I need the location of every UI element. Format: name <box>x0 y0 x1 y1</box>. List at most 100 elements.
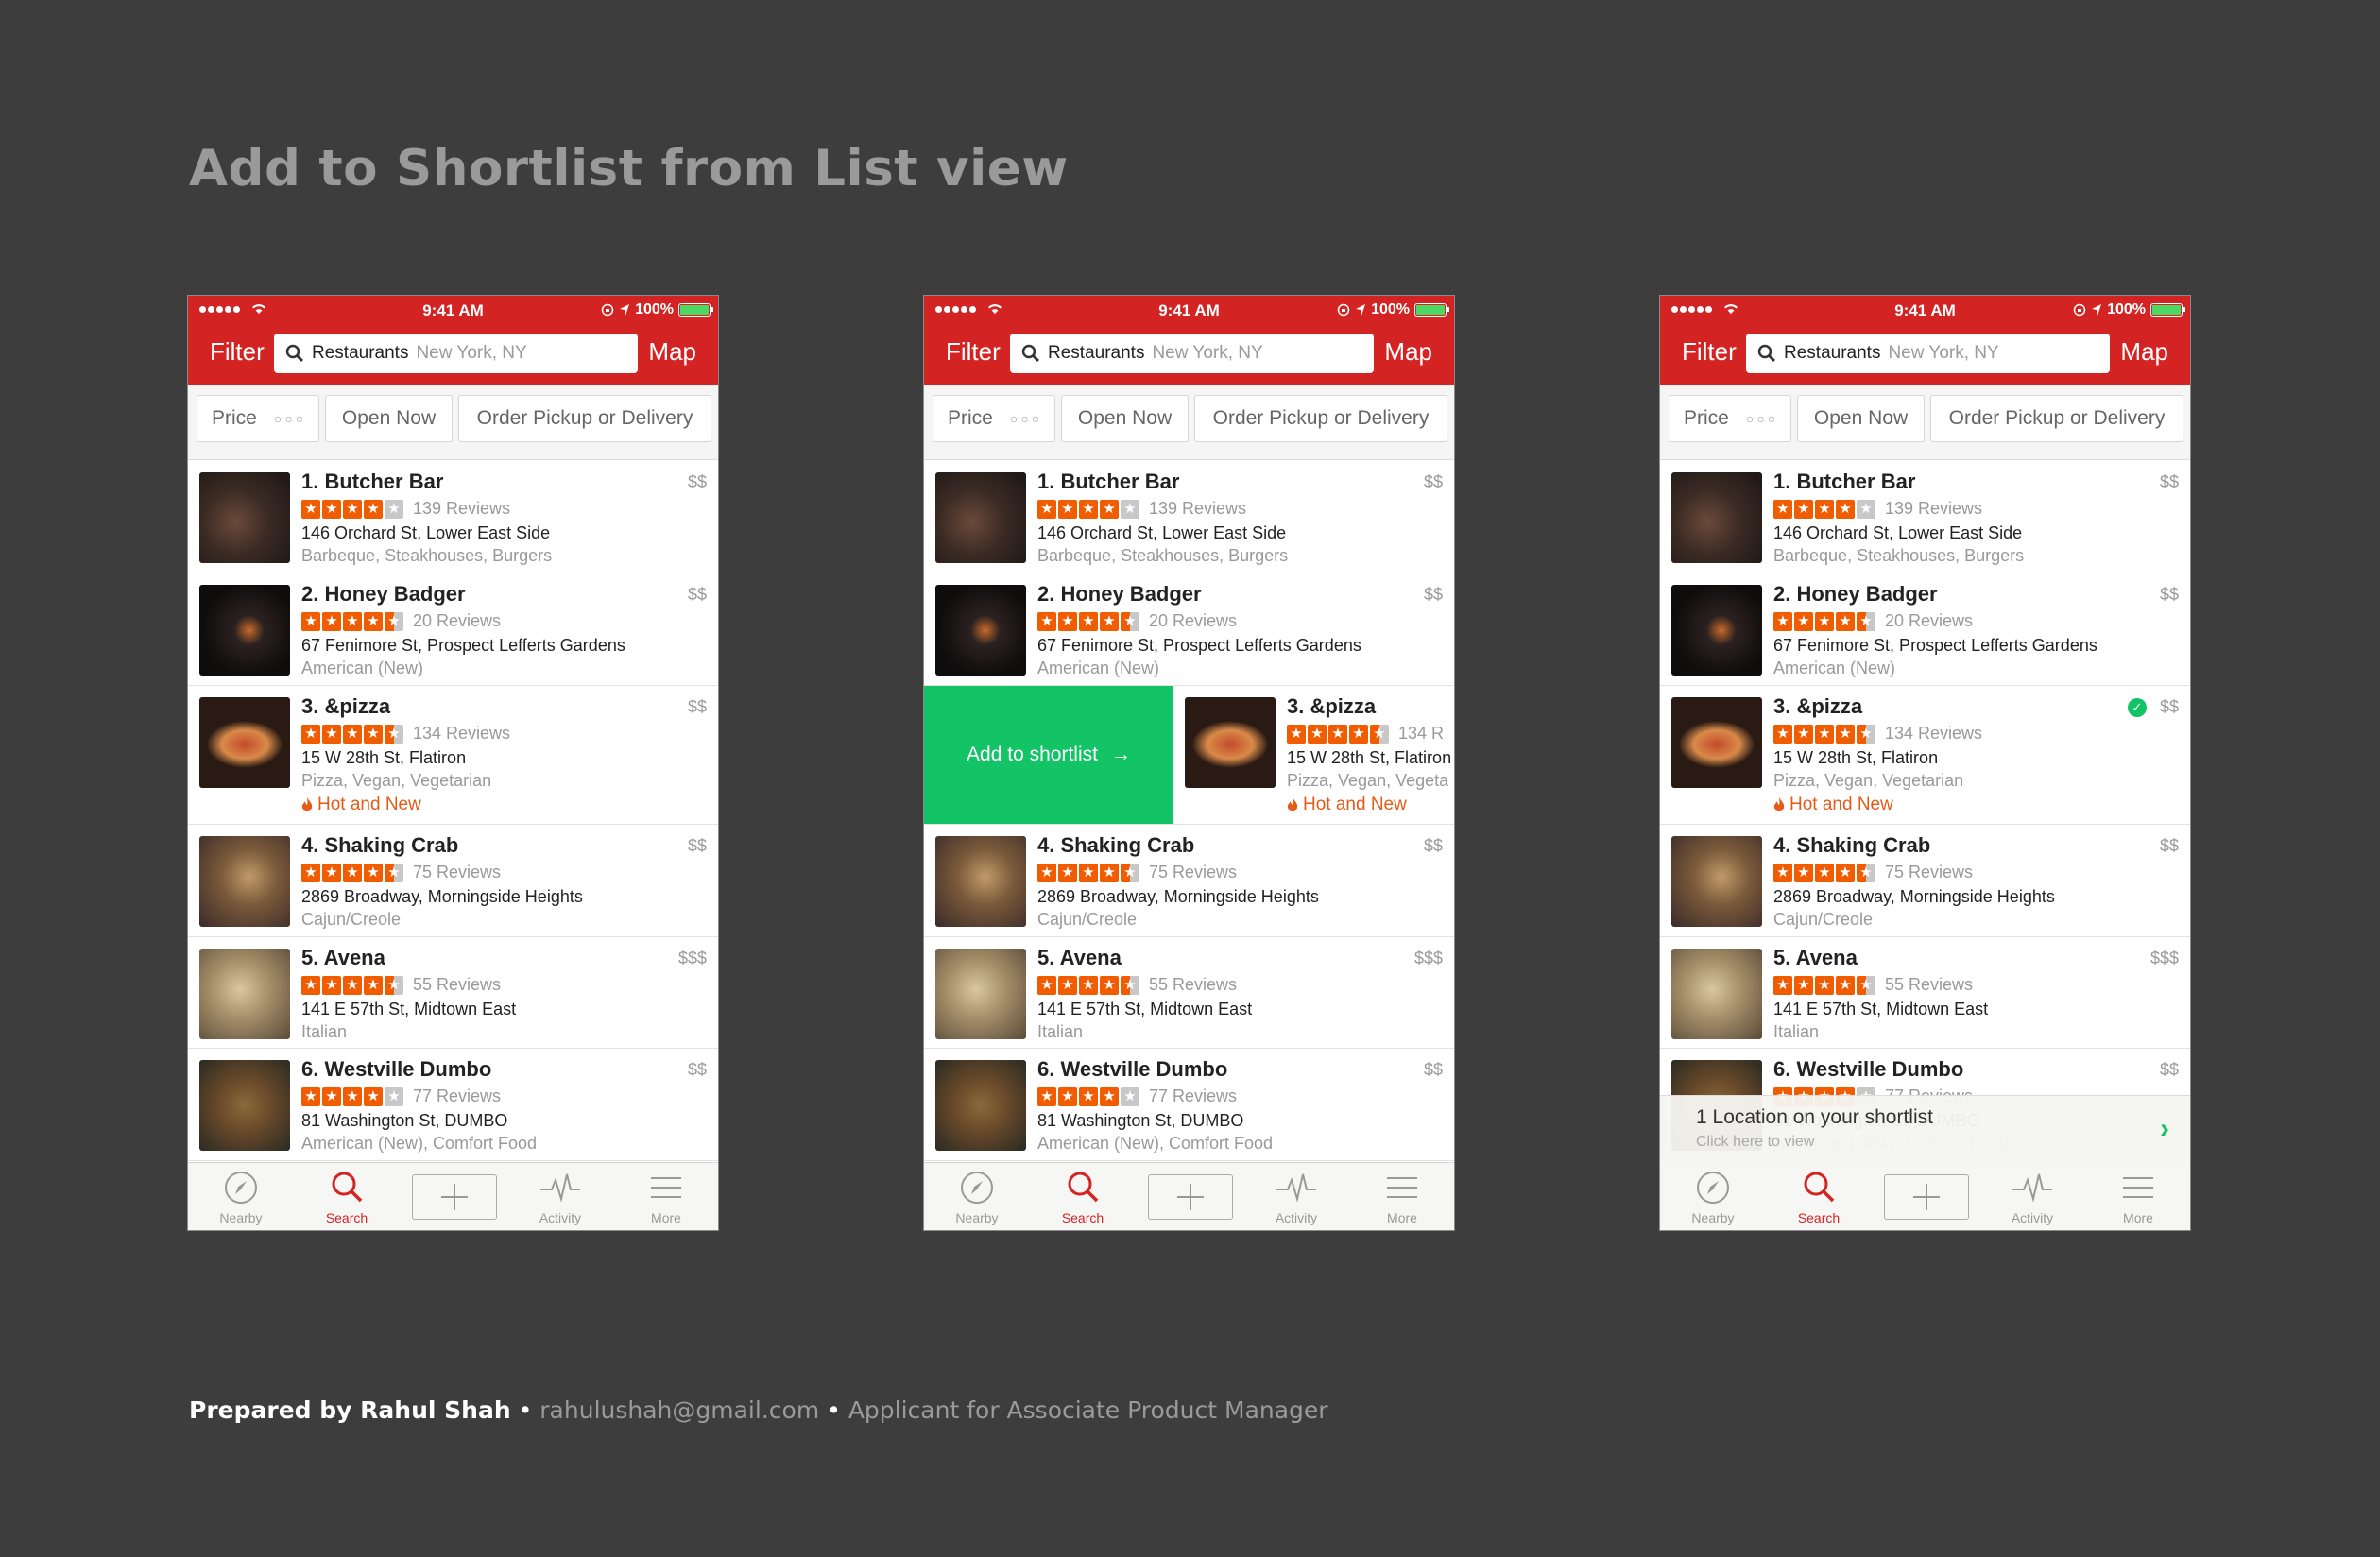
star-icon: ★ <box>343 499 362 519</box>
search-input[interactable]: Restaurants New York, NY <box>1010 334 1374 373</box>
list-item[interactable]: Add to shortlist → 3. &pizza ★ ★ ★ ★ ★ 134 R 15 W… <box>924 686 1454 825</box>
list-item[interactable]: 2. Honey Badger $$ ★ ★ ★ ★ ★ 20 Reviews 67 Fenim… <box>924 573 1454 686</box>
menu-icon <box>1387 1177 1417 1198</box>
tab-more[interactable]: More <box>1349 1169 1454 1225</box>
address: 2869 Broadway, Morningside Heights <box>1037 887 1319 906</box>
tab-more[interactable]: More <box>2085 1169 2190 1225</box>
search-input[interactable]: Restaurants New York, NY <box>1746 334 2110 373</box>
restaurant-name[interactable]: 1. Butcher Bar <box>301 470 443 494</box>
star-icon: ★ <box>1773 975 1792 995</box>
open-now-chip[interactable]: Open Now <box>325 395 453 442</box>
list-item[interactable]: 4. Shaking Crab $$ ★ ★ ★ ★ ★ 75 Reviews 2869 Bro… <box>1660 825 2190 937</box>
review-count: 134 Reviews <box>1885 724 1983 743</box>
restaurant-name[interactable]: 1. Butcher Bar <box>1037 470 1179 494</box>
list-item[interactable]: 3. &pizza $$ ★ ★ ★ ★ ★ 134 Reviews 15 W 28th St,… <box>188 686 718 825</box>
restaurant-name[interactable]: 2. Honey Badger <box>1037 582 1202 607</box>
search-input[interactable]: Restaurants New York, NY <box>274 334 638 373</box>
list-item[interactable]: 5. Avena $$$ ★ ★ ★ ★ ★ 55 Reviews 141 E 57th St,… <box>924 937 1454 1049</box>
order-delivery-chip[interactable]: Order Pickup or Delivery <box>458 395 711 442</box>
battery-percent: 100% <box>1371 301 1410 317</box>
list-item[interactable]: 1. Butcher Bar $$ ★ ★ ★ ★ ★ 139 Reviews 146 Orch… <box>924 461 1454 573</box>
status-bar: 9:41 AM 100% <box>924 296 1454 324</box>
address: 67 Fenimore St, Prospect Lefferts Garden… <box>1773 636 2097 655</box>
tab-nearby[interactable]: Nearby <box>188 1169 294 1225</box>
tab-activity[interactable]: Activity <box>507 1169 613 1225</box>
restaurant-name[interactable]: 1. Butcher Bar <box>1773 470 1915 494</box>
tab-nearby[interactable]: Nearby <box>924 1169 1030 1225</box>
shortlist-banner[interactable]: 1 Location on your shortlist Click here t… <box>1660 1095 2190 1163</box>
restaurant-name[interactable]: 3. &pizza <box>1773 694 1862 719</box>
badge-label: Hot and New <box>1789 795 1893 814</box>
star-icon: ★ <box>301 975 320 995</box>
review-count: 55 Reviews <box>413 975 502 994</box>
list-item[interactable]: 4. Shaking Crab $$ ★ ★ ★ ★ ★ 75 Reviews 2869 Bro… <box>924 825 1454 937</box>
price-level: $$ <box>2159 585 2179 604</box>
hot-and-new-badge: Hot and New <box>1287 795 1407 815</box>
list-item[interactable]: 3. &pizza $$ ★ ★ ★ ★ ★ 134 Reviews 15 W 28th St,… <box>1660 686 2190 825</box>
restaurant-name[interactable]: 5. Avena <box>1037 946 1122 970</box>
listing-content: 3. &pizza $$ ★ ★ ★ ★ ★ 134 Reviews 15 W 28th St,… <box>188 686 718 824</box>
filter-button[interactable]: Filter <box>1682 337 1737 367</box>
footer-email[interactable]: rahulushah@gmail.com <box>539 1396 819 1424</box>
list-item[interactable]: 5. Avena $$$ ★ ★ ★ ★ ★ 55 Reviews 141 E 57th St,… <box>1660 937 2190 1049</box>
price-filter-chip[interactable]: Price ○○○ <box>933 395 1055 442</box>
restaurant-name[interactable]: 2. Honey Badger <box>301 582 466 607</box>
activity-icon <box>2012 1173 2052 1203</box>
slide-footer: Prepared by Rahul Shah • rahulushah@gmai… <box>189 1396 1328 1424</box>
star-icon: ★ <box>1815 611 1834 631</box>
star-icon: ★ <box>1349 724 1368 744</box>
tab-nearby[interactable]: Nearby <box>1660 1169 1766 1225</box>
order-delivery-chip[interactable]: Order Pickup or Delivery <box>1194 395 1447 442</box>
list-item[interactable]: 2. Honey Badger $$ ★ ★ ★ ★ ★ 20 Reviews 67 Fenim… <box>188 573 718 686</box>
restaurant-name[interactable]: 6. Westville Dumbo <box>1037 1057 1227 1082</box>
list-item[interactable]: 1. Butcher Bar $$ ★ ★ ★ ★ ★ 139 Reviews 146 Orch… <box>1660 461 2190 573</box>
restaurant-name[interactable]: 5. Avena <box>1773 946 1858 970</box>
phone-screen-2: 9:41 AM 100% Filter Restaurants New York… <box>923 295 1455 1231</box>
status-bar: 9:41 AM 100% <box>1660 296 2190 324</box>
order-delivery-chip[interactable]: Order Pickup or Delivery <box>1930 395 2183 442</box>
tab-activity[interactable]: Activity <box>1979 1169 2085 1225</box>
star-icon: ★ <box>301 863 320 882</box>
listing-content: 5. Avena $$$ ★ ★ ★ ★ ★ 55 Reviews 141 E 57th St,… <box>188 937 718 1048</box>
filter-button[interactable]: Filter <box>946 337 1001 367</box>
rating-stars: ★ ★ ★ ★ ★ 139 Reviews <box>301 499 510 519</box>
restaurant-name[interactable]: 6. Westville Dumbo <box>301 1057 491 1082</box>
list-item[interactable]: 6. Westville Dumbo$$★★★★★77 Reviews81 Wa… <box>188 1049 718 1161</box>
map-button[interactable]: Map <box>2120 337 2168 367</box>
tab-activity[interactable]: Activity <box>1243 1169 1349 1225</box>
tab-search[interactable]: Search <box>294 1169 400 1225</box>
list-item[interactable]: 2. Honey Badger $$ ★ ★ ★ ★ ★ 20 Reviews 67 Fenim… <box>1660 573 2190 686</box>
list-item[interactable]: 5. Avena $$$ ★ ★ ★ ★ ★ 55 Reviews 141 E 57th St,… <box>188 937 718 1049</box>
filter-button[interactable]: Filter <box>210 337 265 367</box>
listing-content: 1. Butcher Bar $$ ★ ★ ★ ★ ★ 139 Reviews 146 Orch… <box>924 461 1454 573</box>
open-now-chip[interactable]: Open Now <box>1797 395 1925 442</box>
star-icon: ★ <box>1794 724 1813 744</box>
list-item[interactable]: 4. Shaking Crab $$ ★ ★ ★ ★ ★ 75 Reviews 2869 Bro… <box>188 825 718 937</box>
restaurant-name[interactable]: 4. Shaking Crab <box>1773 833 1930 858</box>
price-filter-chip[interactable]: Price ○○○ <box>1669 395 1791 442</box>
review-count: 77 Reviews <box>413 1086 502 1105</box>
restaurant-name[interactable]: 3. &pizza <box>301 694 390 719</box>
open-now-chip[interactable]: Open Now <box>1061 395 1189 442</box>
price-filter-chip[interactable]: Price ○○○ <box>197 395 319 442</box>
list-item[interactable]: 6. Westville Dumbo$$★★★★★77 Reviews81 Wa… <box>924 1049 1454 1161</box>
price-dots-icon: ○○○ <box>273 411 307 426</box>
map-button[interactable]: Map <box>648 337 696 367</box>
map-button[interactable]: Map <box>1384 337 1432 367</box>
tab-search[interactable]: Search <box>1766 1169 1872 1225</box>
add-button[interactable] <box>1884 1174 1969 1220</box>
tab-more[interactable]: More <box>613 1169 718 1225</box>
list-item[interactable]: 1. Butcher Bar $$ ★ ★ ★ ★ ★ 139 Reviews 146 Orch… <box>188 461 718 573</box>
add-button[interactable] <box>412 1174 497 1220</box>
restaurant-name[interactable]: 5. Avena <box>301 946 385 970</box>
restaurant-name[interactable]: 6. Westville Dumbo <box>1773 1057 1963 1082</box>
restaurant-name[interactable]: 3. &pizza <box>1287 694 1376 719</box>
add-to-shortlist-action[interactable]: Add to shortlist → <box>924 686 1173 824</box>
restaurant-name[interactable]: 4. Shaking Crab <box>1037 833 1194 858</box>
restaurant-name[interactable]: 4. Shaking Crab <box>301 833 458 858</box>
review-count: 139 Reviews <box>1885 499 1983 518</box>
rating-stars: ★ ★ ★ ★ ★ 20 Reviews <box>1037 611 1237 631</box>
tab-search[interactable]: Search <box>1030 1169 1136 1225</box>
add-button[interactable] <box>1148 1174 1233 1220</box>
restaurant-name[interactable]: 2. Honey Badger <box>1773 582 1938 607</box>
